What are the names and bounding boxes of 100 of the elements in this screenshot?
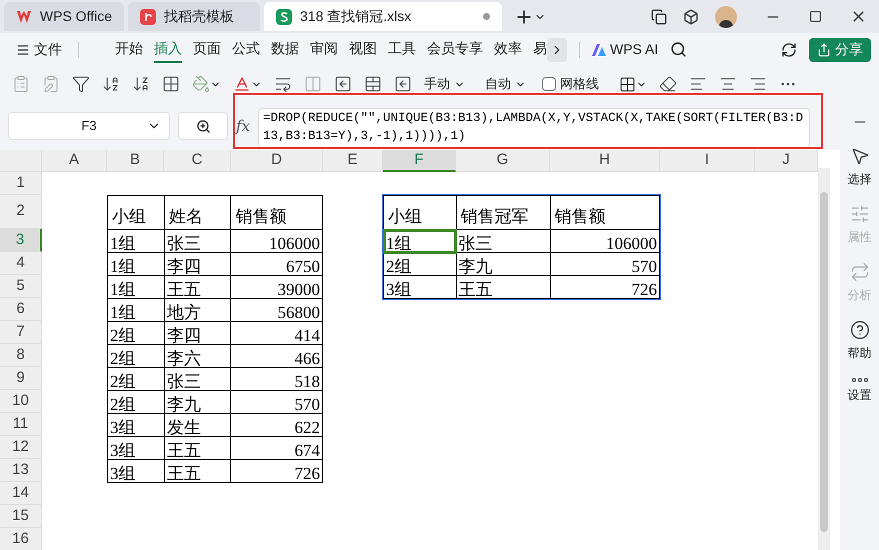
- column-width-dropdown[interactable]: 自动: [481, 74, 530, 94]
- table-cell[interactable]: 106000: [230, 230, 322, 252]
- maximize-icon[interactable]: [809, 10, 822, 23]
- file-menu[interactable]: 文件: [16, 39, 62, 60]
- table-cell[interactable]: 3组: [384, 276, 456, 298]
- ribbon-tab[interactable]: 开始: [115, 36, 143, 62]
- gridlines-checkbox[interactable]: 网格线: [542, 74, 599, 94]
- side-panel-button[interactable]: 选择: [848, 146, 872, 188]
- table-cell[interactable]: 414: [230, 322, 322, 344]
- table-cell[interactable]: 李九: [164, 390, 231, 414]
- ribbon-tab[interactable]: 易: [533, 36, 547, 62]
- header-cell[interactable]: 小组: [108, 196, 164, 230]
- table-cell[interactable]: 2组: [108, 368, 164, 390]
- table-cell[interactable]: 570: [230, 390, 322, 414]
- row-header[interactable]: 16: [0, 528, 42, 550]
- row-header[interactable]: 1: [0, 172, 42, 195]
- row-header[interactable]: 2: [0, 195, 42, 229]
- header-cell[interactable]: 姓名: [164, 196, 231, 230]
- scroll-right-button[interactable]: [547, 38, 567, 62]
- row-header[interactable]: 13: [0, 459, 42, 482]
- table-cell[interactable]: 726: [230, 460, 322, 482]
- header-cell[interactable]: 销售额: [550, 196, 660, 230]
- table-cell[interactable]: 518: [230, 368, 322, 390]
- ribbon-tab[interactable]: 会员专享: [427, 36, 483, 62]
- column-header[interactable]: E: [323, 150, 383, 172]
- column-header[interactable]: C: [164, 150, 231, 172]
- side-panel-button[interactable]: 设置: [848, 378, 872, 404]
- row-height-dropdown[interactable]: 手动: [420, 74, 469, 94]
- header-cell[interactable]: 小组: [384, 196, 456, 230]
- table-cell[interactable]: 674: [230, 436, 322, 460]
- row-header[interactable]: 8: [0, 344, 42, 367]
- table-cell[interactable]: 发生: [164, 414, 231, 436]
- table-cell[interactable]: 2组: [108, 390, 164, 414]
- function-label[interactable]: fx: [236, 114, 250, 138]
- table-cell[interactable]: 李四: [164, 252, 231, 276]
- header-cell[interactable]: 销售额: [230, 196, 322, 230]
- table-cell[interactable]: 王五: [164, 436, 231, 460]
- vertical-scrollbar[interactable]: [818, 168, 830, 550]
- table-cell[interactable]: 2组: [108, 322, 164, 344]
- row-header[interactable]: 10: [0, 390, 42, 413]
- cloud-sync-icon[interactable]: [781, 42, 797, 58]
- table-cell[interactable]: 726: [550, 276, 660, 298]
- row-header[interactable]: 7: [0, 321, 42, 344]
- row-header[interactable]: 11: [0, 413, 42, 436]
- table-cell[interactable]: 106000: [550, 230, 660, 252]
- table-cell[interactable]: 56800: [230, 298, 322, 322]
- table-cell[interactable]: 622: [230, 414, 322, 436]
- ribbon-tab[interactable]: 插入: [154, 36, 182, 62]
- zoom-box[interactable]: [178, 112, 228, 140]
- column-header[interactable]: H: [550, 150, 660, 172]
- table-cell[interactable]: 1组: [108, 276, 164, 298]
- table-cell[interactable]: 1组: [108, 298, 164, 322]
- table-cell[interactable]: 466: [230, 344, 322, 368]
- ribbon-tab[interactable]: 页面: [193, 36, 221, 62]
- row-header[interactable]: 12: [0, 436, 42, 459]
- table-cell[interactable]: 2组: [384, 252, 456, 276]
- table-cell[interactable]: 王五: [456, 276, 550, 298]
- table-cell[interactable]: 1组: [384, 230, 456, 252]
- avatar[interactable]: [715, 6, 737, 28]
- table-cell[interactable]: 王五: [164, 276, 231, 298]
- table-cell[interactable]: 张三: [164, 230, 231, 252]
- ribbon-tab[interactable]: 效率: [494, 36, 522, 62]
- window-icon[interactable]: [651, 8, 667, 24]
- side-panel-button[interactable]: 帮助: [848, 320, 872, 362]
- table-cell[interactable]: 李六: [164, 344, 231, 368]
- table-cell[interactable]: 地方: [164, 298, 231, 322]
- table-cell[interactable]: 李九: [456, 252, 550, 276]
- table-cell[interactable]: 39000: [230, 276, 322, 298]
- table-cell[interactable]: 1组: [108, 252, 164, 276]
- ai-button[interactable]: WPS AI: [592, 39, 658, 60]
- header-cell[interactable]: 销售冠军: [456, 196, 550, 230]
- row-header[interactable]: 15: [0, 505, 42, 528]
- document-tab[interactable]: WPS Office: [4, 2, 124, 31]
- row-header[interactable]: 6: [0, 298, 42, 321]
- table-cell[interactable]: 6750: [230, 252, 322, 276]
- table-cell[interactable]: 570: [550, 252, 660, 276]
- table-cell[interactable]: 1组: [108, 230, 164, 252]
- ribbon-tab[interactable]: 视图: [349, 36, 377, 62]
- formula-field[interactable]: =DROP(REDUCE("",UNIQUE(B3:B13),LAMBDA(X,Y,VSTACK(X,TAKE(SORT(FILTER(B3:D13,B3:B13=Y),3,-1),1)))),1): [258, 108, 810, 148]
- column-header[interactable]: J: [755, 150, 818, 172]
- table-cell[interactable]: 李四: [164, 322, 231, 344]
- table-cell[interactable]: 王五: [164, 460, 231, 482]
- document-tab[interactable]: 找稻壳模板: [128, 2, 260, 31]
- row-header[interactable]: 3: [0, 229, 42, 252]
- column-header[interactable]: A: [42, 150, 107, 172]
- row-header[interactable]: 4: [0, 252, 42, 275]
- column-header[interactable]: D: [231, 150, 323, 172]
- column-header[interactable]: G: [456, 150, 550, 172]
- table-cell[interactable]: 张三: [164, 368, 231, 390]
- table-cell[interactable]: 3组: [108, 414, 164, 436]
- ribbon-tab[interactable]: 审阅: [310, 36, 338, 62]
- table-cell[interactable]: 3组: [108, 436, 164, 460]
- ribbon-tab[interactable]: 公式: [232, 36, 260, 62]
- document-tab[interactable]: 318 查找销冠.xlsx: [264, 2, 502, 31]
- table-cell[interactable]: 张三: [456, 230, 550, 252]
- share-button[interactable]: 分享: [809, 38, 871, 62]
- ribbon-tab[interactable]: 数据: [271, 36, 299, 62]
- row-header[interactable]: 9: [0, 367, 42, 390]
- column-header[interactable]: F: [383, 150, 456, 172]
- row-header[interactable]: 14: [0, 482, 42, 505]
